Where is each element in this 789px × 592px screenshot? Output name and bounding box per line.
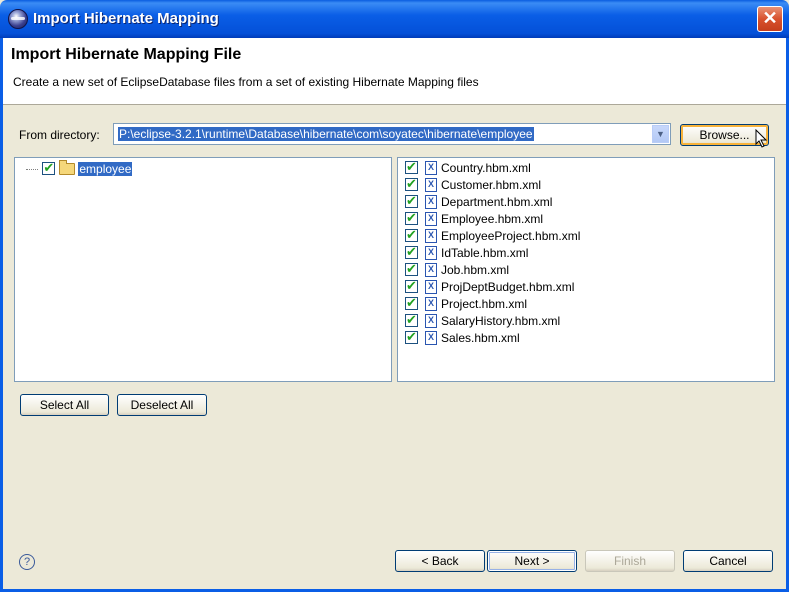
xml-file-icon: X (425, 160, 437, 175)
list-item[interactable]: X Project.hbm.xml (405, 295, 528, 313)
file-checkbox[interactable] (405, 227, 418, 243)
xml-file-icon: X (425, 296, 437, 311)
eclipse-icon (8, 9, 28, 29)
file-label: ProjDeptBudget.hbm.xml (441, 279, 575, 294)
window-title: Import Hibernate Mapping (33, 10, 219, 27)
file-label: Job.hbm.xml (441, 262, 510, 277)
xml-file-icon: X (425, 313, 437, 328)
close-icon[interactable]: ✕ (757, 6, 783, 32)
help-icon[interactable]: ? (19, 554, 35, 570)
xml-file-icon: X (425, 262, 437, 277)
list-item[interactable]: X IdTable.hbm.xml (405, 244, 529, 262)
back-button[interactable]: < Back (395, 550, 485, 572)
file-checkbox[interactable] (405, 295, 418, 311)
file-label: IdTable.hbm.xml (441, 245, 529, 260)
file-label: Country.hbm.xml (441, 160, 531, 175)
file-checkbox[interactable] (405, 176, 418, 192)
list-item[interactable]: X SalaryHistory.hbm.xml (405, 312, 561, 330)
list-item[interactable]: X ProjDeptBudget.hbm.xml (405, 278, 575, 296)
xml-file-icon: X (425, 279, 437, 294)
file-checkbox[interactable] (405, 261, 418, 277)
xml-file-icon: X (425, 228, 437, 243)
file-checkbox[interactable] (405, 278, 418, 294)
cancel-button[interactable]: Cancel (683, 550, 773, 572)
file-label: Employee.hbm.xml (441, 211, 544, 226)
wizard-header: Import Hibernate Mapping File Create a n… (3, 38, 786, 105)
chevron-down-icon[interactable]: ▼ (652, 125, 669, 143)
xml-file-icon: X (425, 330, 437, 345)
xml-file-icon: X (425, 211, 437, 226)
list-item[interactable]: X EmployeeProject.hbm.xml (405, 227, 581, 245)
deselect-all-button[interactable]: Deselect All (117, 394, 207, 416)
directory-combo[interactable]: P:\eclipse-3.2.1\runtime\Database\hibern… (113, 123, 671, 145)
file-checkbox[interactable] (405, 210, 418, 226)
file-checkbox[interactable] (405, 193, 418, 209)
tree-item-checkbox[interactable] (42, 160, 56, 176)
xml-file-icon: X (425, 245, 437, 260)
directory-value[interactable]: P:\eclipse-3.2.1\runtime\Database\hibern… (118, 127, 534, 141)
tree-item-label: employee (78, 161, 133, 176)
xml-file-icon: X (425, 177, 437, 192)
tree-item-employee[interactable]: employee (26, 159, 133, 177)
list-item[interactable]: X Employee.hbm.xml (405, 210, 544, 228)
xml-file-icon: X (425, 194, 437, 209)
folder-tree[interactable] (14, 157, 392, 382)
file-checkbox[interactable] (405, 329, 418, 345)
window-frame-left (0, 38, 3, 592)
list-item[interactable]: X Customer.hbm.xml (405, 176, 542, 194)
directory-label: From directory: (19, 128, 100, 142)
list-item[interactable]: X Department.hbm.xml (405, 193, 553, 211)
import-dialog: Import Hibernate Mapping ✕ Import Hibern… (0, 0, 789, 592)
list-item[interactable]: X Sales.hbm.xml (405, 329, 520, 347)
file-label: Project.hbm.xml (441, 296, 528, 311)
file-checkbox[interactable] (405, 244, 418, 260)
finish-button[interactable]: Finish (585, 550, 675, 572)
next-button[interactable]: Next > (487, 550, 577, 572)
file-label: Customer.hbm.xml (441, 177, 542, 192)
folder-open-icon (59, 159, 76, 175)
file-label: SalaryHistory.hbm.xml (441, 313, 561, 328)
file-label: EmployeeProject.hbm.xml (441, 228, 581, 243)
page-description: Create a new set of EclipseDatabase file… (13, 75, 479, 89)
file-label: Department.hbm.xml (441, 194, 553, 209)
file-checkbox[interactable] (405, 159, 418, 175)
list-item[interactable]: X Job.hbm.xml (405, 261, 510, 279)
select-all-button[interactable]: Select All (20, 394, 109, 416)
page-title: Import Hibernate Mapping File (11, 46, 242, 63)
list-item[interactable]: X Country.hbm.xml (405, 159, 531, 177)
title-bar[interactable]: Import Hibernate Mapping ✕ (0, 0, 789, 38)
file-label: Sales.hbm.xml (441, 330, 520, 345)
file-checkbox[interactable] (405, 312, 418, 328)
